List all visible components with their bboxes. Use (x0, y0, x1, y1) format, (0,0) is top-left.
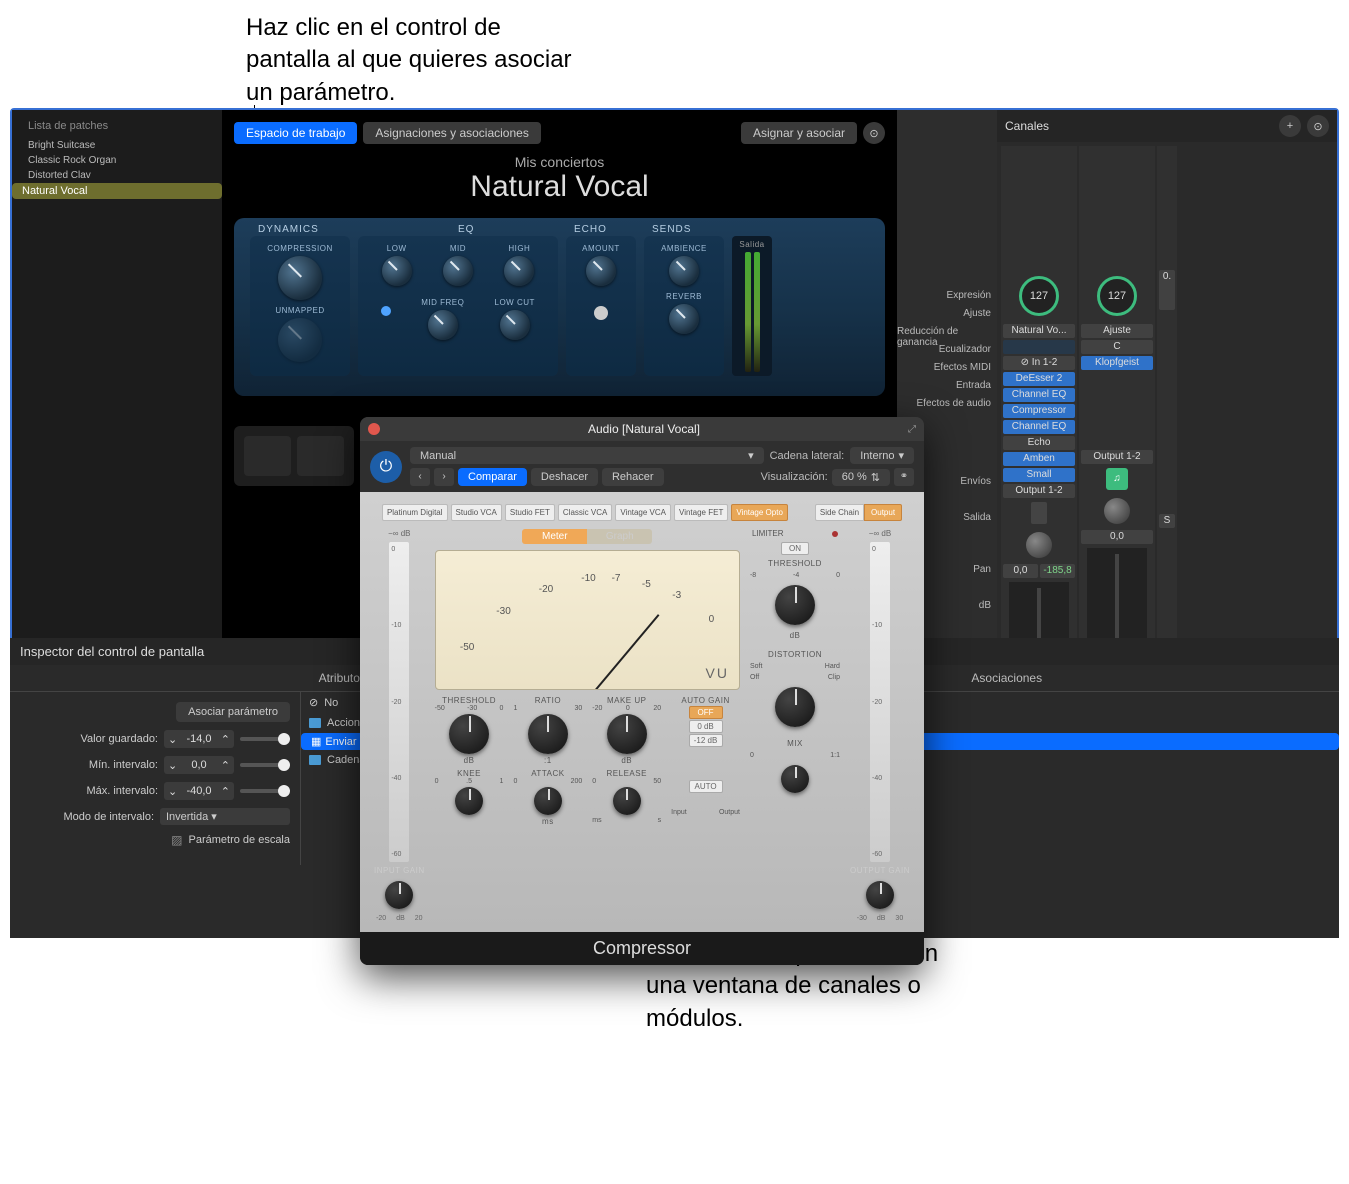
patch-item-selected[interactable]: Natural Vocal (12, 183, 222, 199)
callout-top: Haz clic en el control de pantalla al qu… (246, 12, 576, 109)
expand-icon[interactable]: ⤢ (908, 424, 916, 435)
echo-toggle[interactable] (594, 306, 608, 320)
gear-icon[interactable]: ⊙ (863, 122, 885, 144)
compression-knob[interactable] (278, 256, 322, 300)
preset-tab[interactable]: Studio FET (505, 504, 555, 521)
eq-mid-knob[interactable] (443, 256, 473, 286)
slide-a[interactable] (244, 436, 291, 476)
tab-assignments[interactable]: Asignaciones y asociaciones (363, 122, 540, 144)
makeup-knob[interactable] (607, 714, 647, 754)
undo-button[interactable]: Deshacer (531, 468, 598, 486)
output-gain-knob[interactable] (866, 881, 894, 909)
patch-item[interactable]: Bright Suitcase (12, 138, 222, 153)
eq-led[interactable] (381, 306, 391, 316)
zoom-select[interactable]: 60 % ⇅ (832, 469, 890, 486)
meter-graph-toggle[interactable]: Meter Graph (522, 529, 652, 544)
limiter-on-button[interactable]: ON (781, 542, 809, 555)
channels-title: Canales (1005, 119, 1273, 133)
plugin-name: Compressor (360, 932, 924, 965)
release-knob[interactable] (613, 787, 641, 815)
sidechain-select[interactable]: Interno ▾ (850, 447, 914, 464)
output-meter: Salida (732, 236, 772, 376)
knee-knob[interactable] (455, 787, 483, 815)
sends-reverb-knob[interactable] (669, 304, 699, 334)
link-icon[interactable]: ⚭ (894, 468, 914, 486)
tab-workspace[interactable]: Espacio de trabajo (234, 122, 357, 144)
saved-value-stepper[interactable]: ⌄-14,0⌃ (164, 730, 234, 748)
preset-tab-active[interactable]: Vintage Opto (731, 504, 788, 521)
saved-slider[interactable] (240, 737, 290, 741)
preset-tab[interactable]: Platinum Digital (382, 504, 448, 521)
prev-button[interactable]: ‹ (410, 468, 430, 486)
output-tab[interactable]: Output (864, 504, 902, 521)
patch-list-title: Lista de patches (12, 120, 222, 138)
autogain-off-button[interactable]: OFF (689, 706, 723, 719)
scale-param-button[interactable]: Parámetro de escala (189, 834, 291, 846)
echo-amount-knob[interactable] (586, 256, 616, 286)
preset-tab[interactable]: Vintage FET (674, 504, 728, 521)
input-meter: 0-10-20-40-60 (389, 542, 409, 862)
pan-knob[interactable] (1026, 532, 1052, 558)
limiter-threshold-knob[interactable] (775, 585, 815, 625)
mic-icon (1031, 502, 1047, 524)
concert-name: Mis conciertos (234, 154, 885, 170)
preset-tab[interactable]: Studio VCA (451, 504, 502, 521)
range-mode-select[interactable]: Invertida ▾ (160, 808, 290, 825)
compare-button[interactable]: Comparar (458, 468, 527, 486)
vu-meter: -50 -30 -20 -10 -7 -5 -3 0 VU (435, 550, 740, 690)
assign-link-button[interactable]: Asignar y asociar (741, 122, 857, 144)
input-gain-knob[interactable] (385, 881, 413, 909)
max-slider[interactable] (240, 789, 290, 793)
preset-tab[interactable]: Vintage VCA (615, 504, 671, 521)
output-meter: 0-10-20-40-60 (870, 542, 890, 862)
threshold-knob[interactable] (449, 714, 489, 754)
release-auto-button[interactable]: AUTO (689, 780, 723, 793)
eq-midfreq-knob[interactable] (428, 310, 458, 340)
plugin-window: Audio [Natural Vocal] ⤢ ⏻ Manual▾ Cadena… (360, 417, 924, 965)
next-button[interactable]: › (434, 468, 454, 486)
plugin-title: Audio [Natural Vocal] (388, 422, 900, 436)
patch-item[interactable]: Distorted Clav (12, 168, 222, 183)
ratio-knob[interactable] (528, 714, 568, 754)
patch-name: Natural Vocal (234, 170, 885, 204)
min-stepper[interactable]: ⌄0,0⌃ (164, 756, 234, 774)
autogain-0db-button[interactable]: 0 dB (689, 720, 723, 733)
map-parameter-button[interactable]: Asociar parámetro (176, 702, 290, 722)
sends-ambience-knob[interactable] (669, 256, 699, 286)
eq-high-knob[interactable] (504, 256, 534, 286)
preset-menu[interactable]: Manual▾ (410, 447, 764, 464)
music-icon: ♫ (1106, 468, 1128, 490)
sidechain-tab[interactable]: Side Chain (815, 504, 864, 521)
channels-menu-icon[interactable]: ⊙ (1307, 115, 1329, 137)
limiter-led (832, 531, 838, 537)
min-slider[interactable] (240, 763, 290, 767)
autogain-12db-button[interactable]: -12 dB (689, 734, 723, 747)
attack-knob[interactable] (534, 787, 562, 815)
add-channel-button[interactable]: + (1279, 115, 1301, 137)
slide-b[interactable] (297, 436, 344, 476)
distortion-knob[interactable] (775, 687, 815, 727)
power-button[interactable]: ⏻ (370, 451, 402, 483)
redo-button[interactable]: Rehacer (602, 468, 664, 486)
eq-thumb[interactable] (1003, 340, 1075, 354)
control-rack: DYNAMICS COMPRESSION UNMAPPED EQ LOW MID… (234, 218, 885, 396)
unmapped-knob[interactable] (278, 318, 322, 362)
expression-dial[interactable]: 127 (1019, 276, 1059, 316)
eq-lowcut-knob[interactable] (500, 310, 530, 340)
transport-unit (234, 426, 354, 486)
pan-knob[interactable] (1104, 498, 1130, 524)
max-stepper[interactable]: ⌄-40,0⌃ (164, 782, 234, 800)
preset-tabs: Platinum Digital Studio VCA Studio FET C… (374, 504, 910, 521)
mix-knob[interactable] (781, 765, 809, 793)
close-icon[interactable] (368, 423, 380, 435)
eq-low-knob[interactable] (382, 256, 412, 286)
patch-item[interactable]: Classic Rock Organ (12, 153, 222, 168)
preset-tab[interactable]: Classic VCA (558, 504, 612, 521)
